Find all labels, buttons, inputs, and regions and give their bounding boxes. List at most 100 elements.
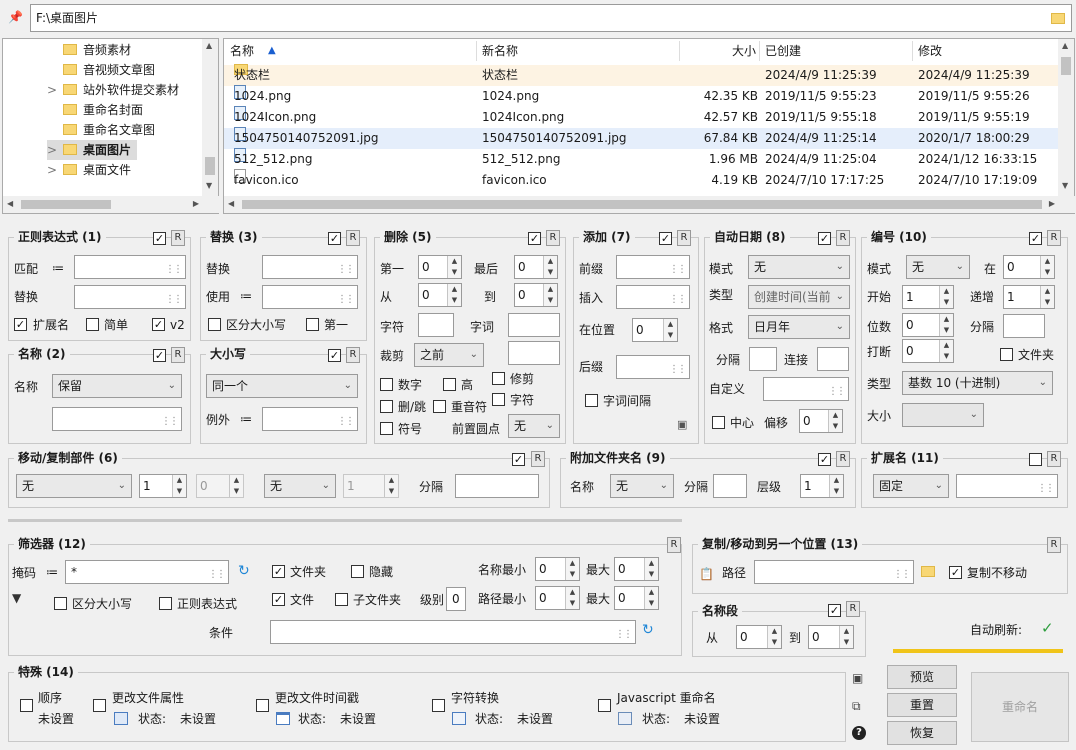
- clipboard-icon[interactable]: 📋: [699, 566, 714, 582]
- attributes-checkbox[interactable]: [93, 699, 106, 712]
- pin-icon[interactable]: 📌: [8, 10, 23, 24]
- expand-chevron-icon[interactable]: >: [47, 140, 63, 160]
- simple-checkbox[interactable]: [86, 318, 99, 331]
- path-min-stepper[interactable]: 0 ▲ ▼: [535, 586, 580, 610]
- name-mode-dropdown[interactable]: 保留 ⌄: [52, 374, 182, 398]
- tree-item[interactable]: > 桌面文件: [47, 160, 131, 180]
- extension-input[interactable]: ⋮⋮: [956, 474, 1058, 498]
- position-stepper[interactable]: 0 ▲ ▼: [632, 318, 678, 342]
- num-pad-stepper[interactable]: 0 ▲ ▼: [902, 313, 954, 337]
- date-format-dropdown[interactable]: 日月年 ⌄: [748, 315, 850, 339]
- move-from-dropdown[interactable]: 无 ⌄: [16, 474, 132, 498]
- remove-reset-button[interactable]: R: [546, 230, 560, 246]
- move-pos-stepper[interactable]: 0 ▲ ▼: [196, 474, 244, 498]
- suffix-input[interactable]: ⋮⋮: [616, 355, 690, 379]
- extension-reset-button[interactable]: R: [1047, 451, 1061, 467]
- tree-item[interactable]: > 站外软件提交素材: [47, 80, 179, 100]
- move-sep-input[interactable]: [455, 474, 539, 498]
- refresh-icon[interactable]: ↻: [642, 622, 654, 638]
- add-enable-checkbox[interactable]: ✓: [659, 232, 672, 245]
- tree-hscrollbar[interactable]: ◀ ▶: [3, 196, 219, 213]
- header-created[interactable]: 已创建: [765, 43, 801, 59]
- folder-level-stepper[interactable]: 1 ▲ ▼: [800, 474, 844, 498]
- date-mode-dropdown[interactable]: 无 ⌄: [748, 255, 850, 279]
- folder-name-enable-checkbox[interactable]: ✓: [818, 453, 831, 466]
- preview-button[interactable]: 预览: [887, 665, 957, 689]
- header-modified[interactable]: 修改: [918, 43, 942, 59]
- last-stepper[interactable]: 0 ▲ ▼: [514, 255, 558, 279]
- expand-chevron-icon[interactable]: >: [47, 80, 63, 100]
- case-sensitive-checkbox[interactable]: [208, 318, 221, 331]
- to-stepper[interactable]: 0 ▲ ▼: [514, 283, 558, 307]
- path-max-stepper[interactable]: 0 ▲ ▼: [614, 586, 659, 610]
- order-checkbox[interactable]: [20, 699, 33, 712]
- accent-checkbox[interactable]: [433, 400, 446, 413]
- high-checkbox[interactable]: [443, 378, 456, 391]
- seg-from-stepper[interactable]: 0 ▲ ▼: [736, 625, 782, 649]
- trim-checkbox[interactable]: [492, 372, 505, 385]
- num-type-dropdown[interactable]: 基数 10 (十进制) ⌄: [902, 371, 1053, 395]
- char-convert-checkbox[interactable]: [432, 699, 445, 712]
- regex-enable-checkbox[interactable]: ✓: [153, 232, 166, 245]
- extension-mode-dropdown[interactable]: 固定 ⌄: [873, 474, 949, 498]
- replace-with-input[interactable]: ⋮⋮: [262, 285, 358, 309]
- copymove-path-input[interactable]: ⋮⋮: [754, 560, 914, 584]
- name-min-stepper[interactable]: 0 ▲ ▼: [535, 557, 580, 581]
- dsds-checkbox[interactable]: [380, 400, 393, 413]
- replace-find-input[interactable]: ⋮⋮: [262, 255, 358, 279]
- tree-vscrollbar[interactable]: ▲ ▼: [202, 39, 218, 197]
- regex-replace-input[interactable]: ⋮⋮: [74, 285, 186, 309]
- regex-reset-button[interactable]: R: [171, 230, 185, 246]
- chars-input[interactable]: [418, 313, 454, 337]
- rename-button[interactable]: 重命名: [971, 672, 1069, 742]
- name-seg-reset-button[interactable]: R: [846, 601, 860, 617]
- tree-item[interactable]: 重命名封面: [63, 100, 143, 120]
- filter-reset-button[interactable]: R: [667, 537, 681, 553]
- tree-item[interactable]: 音视频文章图: [63, 60, 155, 80]
- extension-enable-checkbox[interactable]: [1029, 453, 1042, 466]
- folder-browse-icon[interactable]: [921, 566, 935, 577]
- folder-name-dropdown[interactable]: 无 ⌄: [610, 474, 674, 498]
- folder-tree[interactable]: 音频素材 音视频文章图 > 站外软件提交素材 重命名封面 重命名文章图 > 桌面图片…: [2, 38, 219, 214]
- file-row[interactable]: 状态栏 状态栏 2024/4/9 11:25:39 2024/4/9 11:25…: [224, 64, 1060, 86]
- first-stepper[interactable]: 0 ▲ ▼: [418, 255, 462, 279]
- date-sep-input[interactable]: [749, 347, 777, 371]
- num-folder-checkbox[interactable]: [1000, 348, 1013, 361]
- symbols-checkbox[interactable]: [380, 422, 393, 435]
- num-at-stepper[interactable]: 0 ▲ ▼: [1003, 255, 1055, 279]
- list-icon[interactable]: ≔: [240, 288, 252, 304]
- replace-enable-checkbox[interactable]: ✓: [328, 232, 341, 245]
- numbering-enable-checkbox[interactable]: ✓: [1029, 232, 1042, 245]
- tree-item[interactable]: 重命名文章图: [63, 120, 155, 140]
- file-row[interactable]: 1024.png 1024.png 42.35 KB 2019/11/5 9:5…: [224, 85, 1060, 107]
- v2-checkbox[interactable]: ✓: [152, 318, 165, 331]
- folder-sep-input[interactable]: [713, 474, 747, 498]
- copy-not-move-checkbox[interactable]: ✓: [949, 566, 962, 579]
- wordspace-checkbox[interactable]: [585, 394, 598, 407]
- num-mode-dropdown[interactable]: 无 ⌄: [906, 255, 970, 279]
- folders-checkbox[interactable]: ✓: [272, 565, 285, 578]
- crop-input[interactable]: [508, 341, 560, 365]
- file-list[interactable]: 名称 ▲ 新名称 大小 已创建 修改 状态栏 状态栏 2024/4/9 11:2…: [223, 38, 1075, 214]
- date-custom-input[interactable]: ⋮⋮: [763, 377, 849, 401]
- name-enable-checkbox[interactable]: ✓: [153, 349, 166, 362]
- num-inc-stepper[interactable]: 1 ▲ ▼: [1003, 285, 1055, 309]
- name-seg-enable-checkbox[interactable]: ✓: [828, 604, 841, 617]
- tree-item-selected[interactable]: > 桌面图片: [47, 140, 138, 160]
- files-checkbox[interactable]: ✓: [272, 593, 285, 606]
- list-hscrollbar[interactable]: ◀ ▶: [224, 196, 1075, 213]
- folder-browse-icon[interactable]: [1051, 13, 1065, 24]
- list-icon[interactable]: ≔: [52, 260, 64, 276]
- name-text-input[interactable]: ⋮⋮: [52, 407, 182, 431]
- list-vscrollbar[interactable]: ▲ ▼: [1058, 39, 1074, 197]
- digits-checkbox[interactable]: [380, 378, 393, 391]
- num-start-stepper[interactable]: 1 ▲ ▼: [902, 285, 954, 309]
- replace-reset-button[interactable]: R: [346, 230, 360, 246]
- case-mode-dropdown[interactable]: 同一个 ⌄: [206, 374, 358, 398]
- refresh-icon[interactable]: ↻: [238, 563, 250, 579]
- expand-chevron-icon[interactable]: >: [47, 160, 63, 180]
- expand-icon[interactable]: ▣: [677, 417, 687, 433]
- window-icon[interactable]: ⧉: [852, 698, 861, 714]
- filter-tool-icon[interactable]: ▼: [12, 590, 21, 606]
- mask-input[interactable]: * ⋮⋮: [65, 560, 229, 584]
